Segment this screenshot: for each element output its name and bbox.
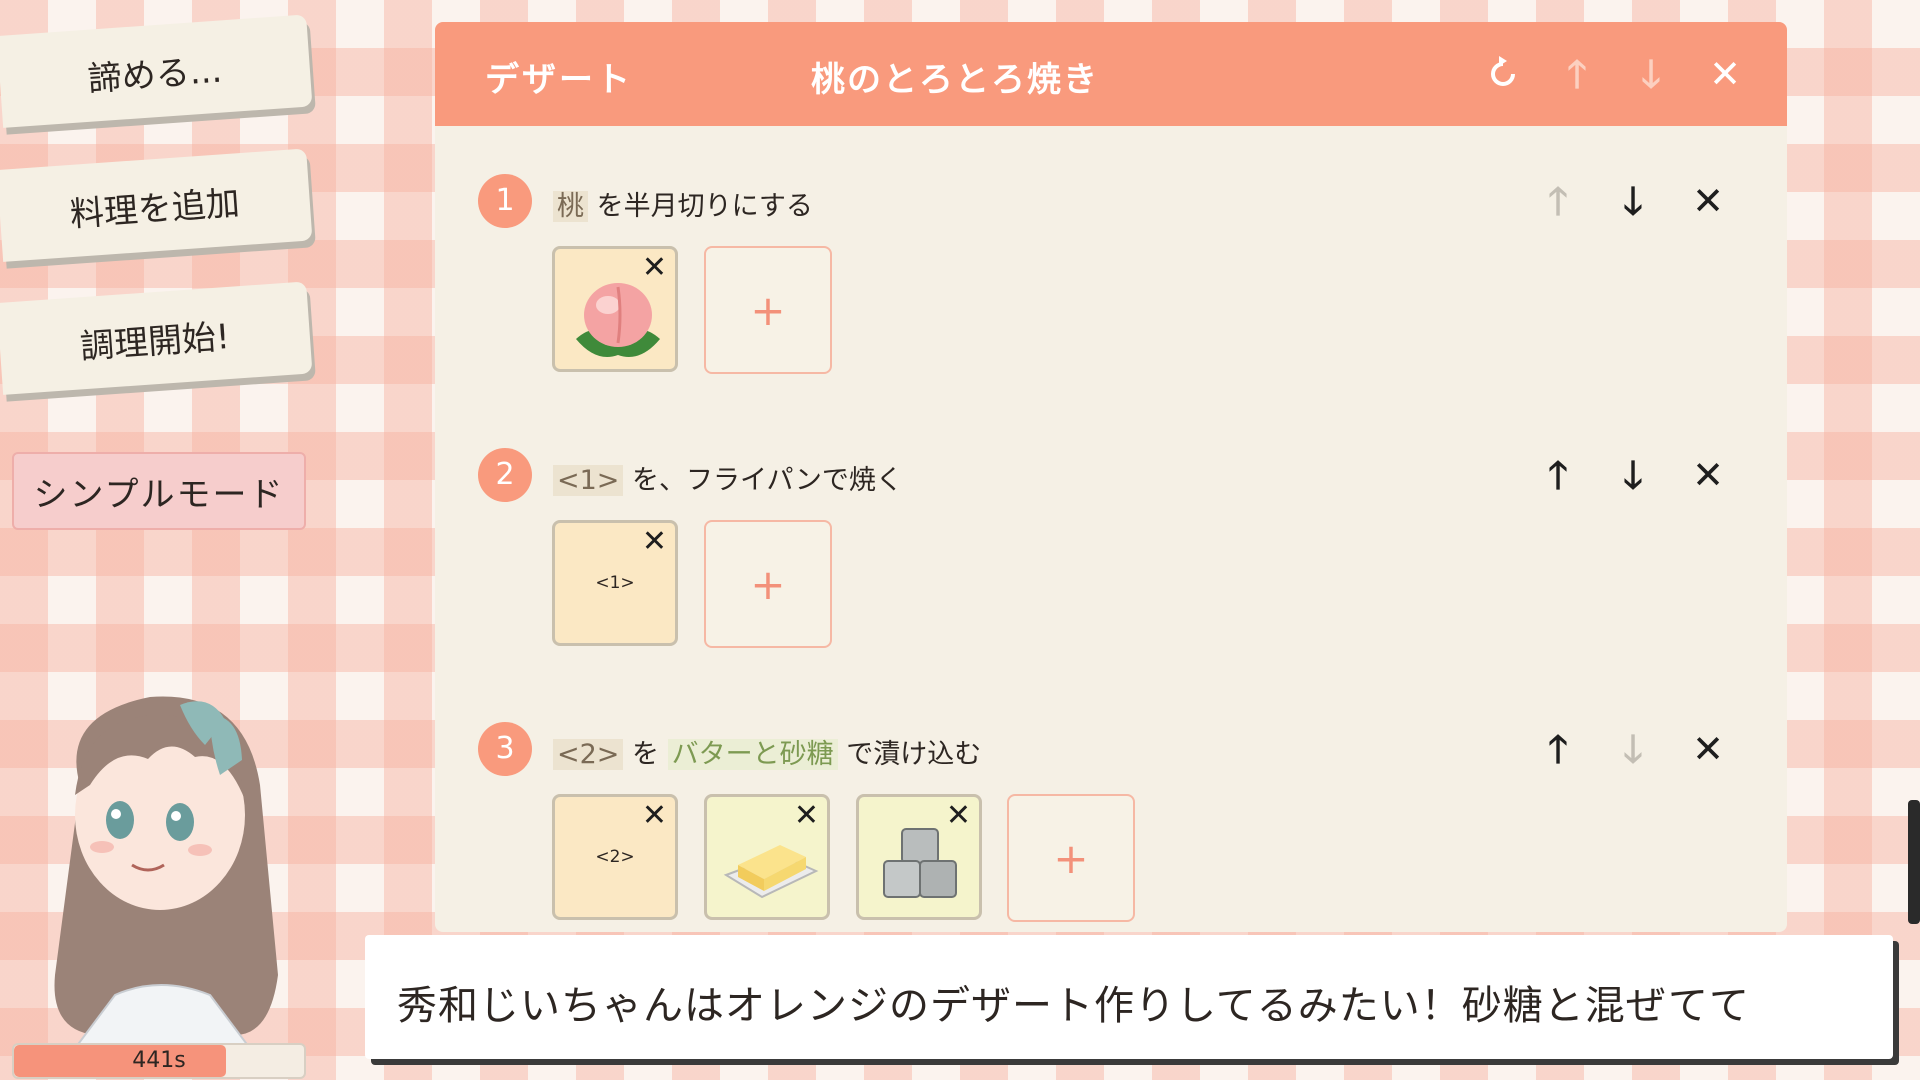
- start-cooking-button[interactable]: 調理開始!: [0, 281, 313, 395]
- remove-ingredient-icon[interactable]: ✕: [794, 799, 819, 833]
- remove-ingredient-icon[interactable]: ✕: [642, 525, 667, 559]
- remove-ingredient-icon[interactable]: ✕: [642, 251, 667, 285]
- recipe-header: デザート 桃のとろとろ焼き 🡑 🡓 ✕: [435, 22, 1787, 126]
- instruction-text: を半月切りにする: [588, 191, 813, 222]
- give-up-label: 諦める...: [86, 50, 224, 100]
- step-number: 3: [478, 722, 532, 776]
- add-ingredient-button[interactable]: +: [1007, 794, 1135, 922]
- remove-ingredient-icon[interactable]: ✕: [946, 799, 971, 833]
- add-dish-button[interactable]: 料理を追加: [0, 148, 313, 262]
- recipe-step-1: 1 桃 を半月切りにする 🡑 🡓 ✕ ✕ +: [435, 174, 1787, 424]
- recipe-panel: デザート 桃のとろとろ焼き 🡑 🡓 ✕ 1 桃 を半月切りにする 🡑 🡓 ✕ ✕…: [435, 22, 1787, 932]
- dialog-box[interactable]: 秀和じいちゃんはオレンジのデザート作りしてるみたい！砂糖と混ぜてて: [365, 935, 1893, 1059]
- instruction-text: を: [623, 739, 668, 770]
- step-instruction: <1> を、フライパンで焼く: [553, 458, 903, 497]
- ingredient-tag: 桃: [553, 191, 588, 222]
- step-up-icon[interactable]: 🡑: [1533, 724, 1583, 774]
- move-dish-down-icon[interactable]: 🡓: [1629, 52, 1673, 96]
- ingredient-slot-peach[interactable]: ✕: [552, 246, 678, 372]
- simple-mode-button[interactable]: シンプルモード: [12, 452, 306, 530]
- ingredient-slot-reference[interactable]: <1> ✕: [552, 520, 678, 646]
- timer-bar: 441s: [12, 1043, 306, 1079]
- close-dish-icon[interactable]: ✕: [1703, 52, 1747, 96]
- recipe-step-3: 3 <2> を バターと砂糖 で漬け込む 🡑 🡓 ✕ <2> ✕ ✕ ✕ +: [435, 722, 1787, 932]
- step-instruction: <2> を バターと砂糖 で漬け込む: [553, 732, 981, 771]
- ingredient-tag: <2>: [553, 739, 624, 770]
- instruction-text: を、フライパンで焼く: [623, 465, 903, 496]
- step-up-icon[interactable]: 🡑: [1533, 176, 1583, 226]
- step-down-icon[interactable]: 🡓: [1608, 176, 1658, 226]
- step-remove-icon[interactable]: ✕: [1683, 724, 1733, 774]
- dish-category: デザート: [485, 60, 633, 100]
- give-up-button[interactable]: 諦める...: [0, 14, 313, 128]
- character-portrait: [54, 696, 278, 1055]
- step-up-icon[interactable]: 🡑: [1533, 450, 1583, 500]
- add-dish-label: 料理を追加: [68, 182, 242, 235]
- simple-mode-label: シンプルモード: [33, 474, 285, 515]
- step-down-icon[interactable]: 🡓: [1608, 724, 1658, 774]
- instruction-text: で漬け込む: [837, 739, 982, 770]
- add-ingredient-button[interactable]: +: [704, 520, 832, 648]
- move-dish-up-icon[interactable]: 🡑: [1555, 52, 1599, 96]
- dish-name: 桃のとろとろ焼き: [811, 60, 1099, 100]
- timer-text: 441s: [132, 1048, 186, 1073]
- start-cooking-label: 調理開始!: [78, 316, 231, 367]
- step-remove-icon[interactable]: ✕: [1683, 450, 1733, 500]
- ingredient-tag-green: バターと砂糖: [667, 739, 838, 770]
- recipe-step-2: 2 <1> を、フライパンで焼く 🡑 🡓 ✕ <1> ✕ +: [435, 448, 1787, 698]
- ingredient-slot-reference[interactable]: <2> ✕: [552, 794, 678, 920]
- ingredient-slot-sugar[interactable]: ✕: [856, 794, 982, 920]
- dialog-text: 秀和じいちゃんはオレンジのデザート作りしてるみたい！砂糖と混ぜてて: [397, 983, 1750, 1029]
- remove-ingredient-icon[interactable]: ✕: [642, 799, 667, 833]
- panel-scrollbar[interactable]: [1908, 800, 1920, 924]
- add-ingredient-button[interactable]: +: [704, 246, 832, 374]
- ingredient-slot-butter[interactable]: ✕: [704, 794, 830, 920]
- step-number: 2: [478, 448, 532, 502]
- step-instruction: 桃 を半月切りにする: [553, 184, 813, 223]
- reset-icon[interactable]: [1481, 52, 1525, 101]
- step-down-icon[interactable]: 🡓: [1608, 450, 1658, 500]
- step-remove-icon[interactable]: ✕: [1683, 176, 1733, 226]
- step-number: 1: [478, 174, 532, 228]
- ingredient-tag: <1>: [553, 465, 624, 496]
